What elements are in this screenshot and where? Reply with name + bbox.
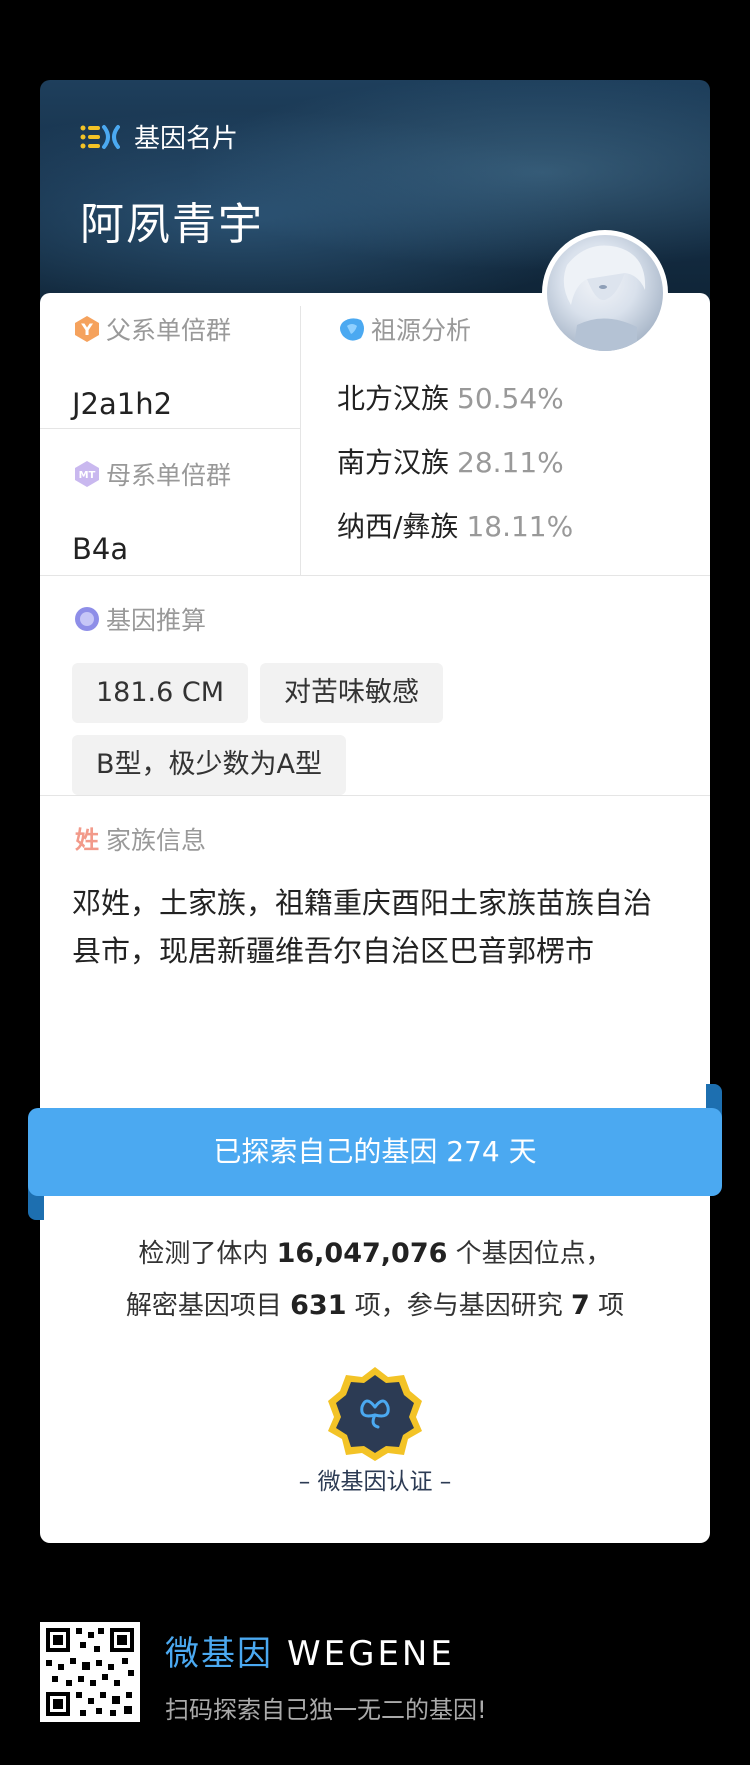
traits-title: 基因推算 (72, 601, 206, 637)
ancestry-row: 北方汉族 50.54% (337, 377, 573, 417)
loci-count: 16,047,076 (276, 1238, 448, 1269)
stats-text: 检测了体内 (138, 1239, 277, 1269)
family-title: 姓 家族信息 (72, 821, 206, 857)
avatar[interactable] (542, 230, 668, 356)
ancestry-row: 南方汉族 28.11% (337, 441, 573, 481)
traits-title-label: 基因推算 (106, 606, 207, 635)
ancestry-list: 北方汉族 50.54% 南方汉族 28.11% 纳西/彝族 18.11% (337, 377, 573, 545)
maternal-value: B4a (72, 532, 129, 566)
exploration-days-ribbon: 已探索自己的基因 274 天 (28, 1108, 722, 1196)
brand-row: 基因名片 (80, 118, 238, 155)
ancestry-name: 纳西/彝族 (337, 510, 459, 543)
paternal-title: Y 父系单倍群 (72, 311, 231, 347)
family-section: 姓 家族信息 (72, 821, 206, 857)
footer-tagline: 扫码探索自己独一无二的基因! (165, 1696, 487, 1724)
ancestry-percent: 18.11% (466, 510, 574, 543)
stats-text: 个基因位点， (447, 1239, 612, 1269)
paternal-value: J2a1h2 (72, 387, 173, 421)
divider (40, 795, 710, 796)
trait-tag[interactable]: 对苦味敏感 (260, 663, 444, 723)
ancestry-title-label: 祖源分析 (371, 316, 472, 345)
stats-line-2: 解密基因项目 631 项，参与基因研究 7 项 (40, 1280, 710, 1332)
family-title-label: 家族信息 (106, 826, 207, 855)
traits-icon (75, 607, 99, 631)
paternal-title-label: 父系单倍群 (106, 316, 232, 345)
ancestry-title: 祖源分析 (337, 311, 573, 347)
projects-count: 631 (290, 1290, 347, 1321)
svg-text:Y: Y (80, 320, 93, 339)
paternal-haplogroup-section: Y 父系单倍群 J2a1h2 (72, 311, 231, 421)
ancestry-percent: 50.54% (457, 382, 564, 415)
stats-text: 解密基因项目 (125, 1291, 291, 1321)
y-chromosome-icon: Y (75, 316, 99, 342)
maternal-title-label: 母系单倍群 (106, 461, 232, 490)
svg-text:MT: MT (79, 470, 96, 481)
trait-tag[interactable]: B型，极少数为A型 (72, 735, 346, 795)
ancestry-percent: 28.11% (457, 446, 564, 479)
ancestry-name: 北方汉族 (337, 382, 450, 415)
trait-tag[interactable]: 181.6 CM (72, 663, 249, 723)
surname-icon: 姓 (75, 826, 99, 854)
detection-stats: 检测了体内 16,047,076 个基因位点， 解密基因项目 631 项，参与基… (40, 1228, 710, 1332)
stats-line-1: 检测了体内 16,047,076 个基因位点， (40, 1228, 710, 1280)
traits-tags: 181.6 CM 对苦味敏感 B型，极少数为A型 (72, 663, 672, 807)
column-divider (300, 306, 301, 576)
ancestry-row: 纳西/彝族 18.11% (337, 505, 573, 545)
certification-badge-icon (328, 1367, 422, 1461)
divider (40, 575, 710, 576)
qr-code-icon[interactable] (40, 1622, 140, 1722)
ancestry-icon (340, 318, 364, 341)
mt-dna-icon: MT (75, 461, 99, 487)
stats-text: 项 (589, 1291, 625, 1321)
avatar-image-icon (563, 245, 646, 351)
family-text: 邓姓，土家族，祖籍重庆酉阳土家族苗族自治县市，现居新疆维吾尔自治区巴音郭楞市 (72, 886, 653, 968)
brand-label: 基因名片 (134, 124, 239, 154)
studies-count: 7 (571, 1290, 590, 1321)
certification-label: – 微基因认证 – (298, 1469, 452, 1495)
profile-card: Y 父系单倍群 J2a1h2 MT 母系单倍群 B4a 祖源分析 北方汉族 50… (40, 293, 710, 1543)
traits-section: 基因推算 (72, 601, 206, 637)
footer-brand: 微基因 WEGENE (165, 1626, 455, 1675)
divider (40, 428, 300, 429)
svg-text:姓: 姓 (75, 826, 99, 854)
brand-name-en: WEGENE (287, 1634, 455, 1674)
ancestry-section: 祖源分析 北方汉族 50.54% 南方汉族 28.11% 纳西/彝族 18.11% (337, 311, 573, 569)
gene-card-logo-icon (80, 124, 120, 149)
brand-name-cn: 微基因 (165, 1634, 273, 1674)
ancestry-name: 南方汉族 (337, 446, 450, 479)
stats-text: 项，参与基因研究 (346, 1291, 572, 1321)
maternal-title: MT 母系单倍群 (72, 456, 231, 492)
user-name: 阿夙青宇 (80, 199, 264, 250)
maternal-haplogroup-section: MT 母系单倍群 B4a (72, 456, 231, 566)
